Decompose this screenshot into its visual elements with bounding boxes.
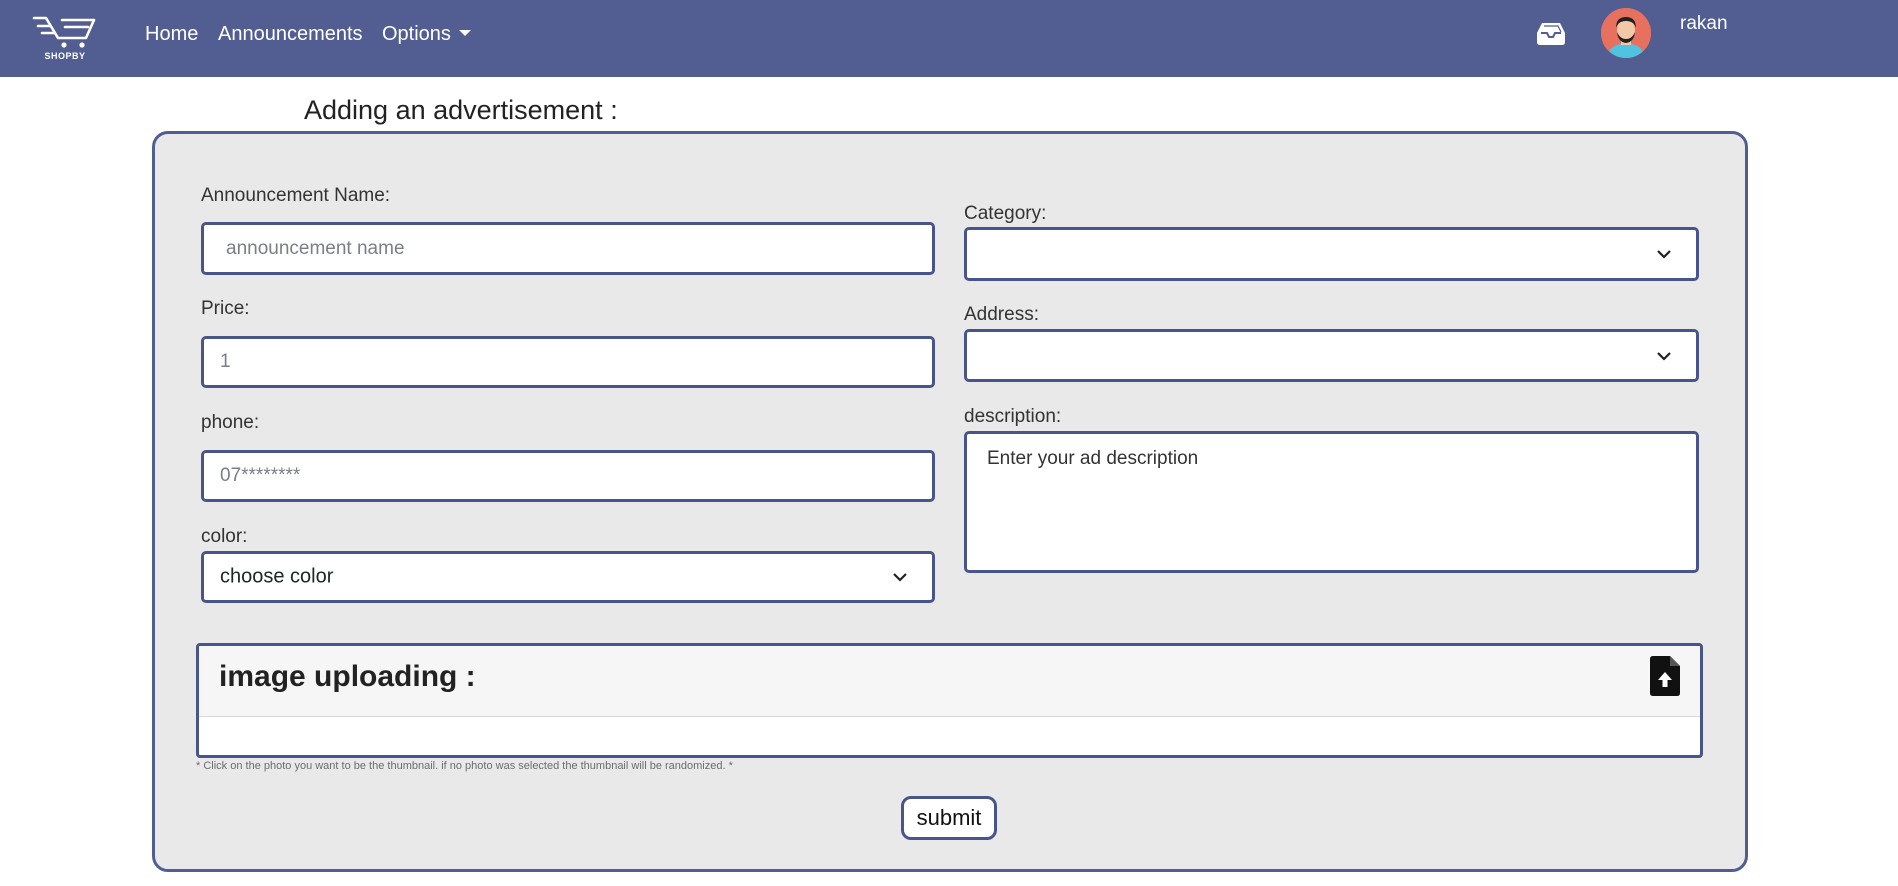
nav-options-label: Options bbox=[382, 23, 451, 45]
announcement-name-input[interactable] bbox=[201, 222, 935, 275]
brand-logo[interactable]: SHOPBY bbox=[32, 14, 98, 64]
inbox-icon[interactable] bbox=[1536, 22, 1566, 46]
color-select[interactable]: choose color bbox=[201, 551, 935, 603]
image-upload-panel: image uploading : bbox=[196, 643, 1703, 758]
nav-options-dropdown[interactable]: Options bbox=[382, 22, 471, 46]
category-label: Category: bbox=[964, 203, 1047, 224]
color-label: color: bbox=[201, 526, 248, 547]
file-upload-icon[interactable] bbox=[1650, 656, 1682, 696]
nav-home-link[interactable]: Home bbox=[145, 22, 198, 46]
caret-down-icon bbox=[458, 29, 471, 36]
image-upload-title: image uploading : bbox=[219, 660, 476, 693]
nav-announcements-link[interactable]: Announcements bbox=[218, 22, 363, 46]
price-input[interactable] bbox=[201, 336, 935, 388]
username[interactable]: rakan bbox=[1680, 13, 1728, 35]
submit-button[interactable]: submit bbox=[901, 796, 997, 840]
page-title: Adding an advertisement : bbox=[304, 95, 618, 125]
phone-input[interactable] bbox=[201, 450, 935, 502]
chevron-down-icon bbox=[893, 573, 907, 582]
address-label: Address: bbox=[964, 304, 1039, 325]
image-upload-header: image uploading : bbox=[199, 646, 1700, 717]
chevron-down-icon bbox=[1657, 250, 1671, 259]
chevron-down-icon bbox=[1657, 351, 1671, 361]
price-label: Price: bbox=[201, 298, 250, 319]
announcement-name-label: Announcement Name: bbox=[201, 185, 391, 206]
thumbnail-note: * Click on the photo you want to be the … bbox=[196, 760, 733, 772]
category-select[interactable] bbox=[964, 227, 1699, 281]
brand-name: SHOPBY bbox=[44, 51, 86, 61]
description-textarea[interactable] bbox=[964, 431, 1699, 573]
color-select-value: choose color bbox=[220, 565, 334, 588]
avatar[interactable] bbox=[1601, 8, 1651, 58]
phone-label: phone: bbox=[201, 412, 260, 433]
description-label: description: bbox=[964, 406, 1062, 427]
address-select[interactable] bbox=[964, 329, 1699, 382]
navbar: SHOPBY Home Announcements Options rakan bbox=[0, 0, 1898, 77]
cart-logo-icon bbox=[32, 16, 96, 48]
